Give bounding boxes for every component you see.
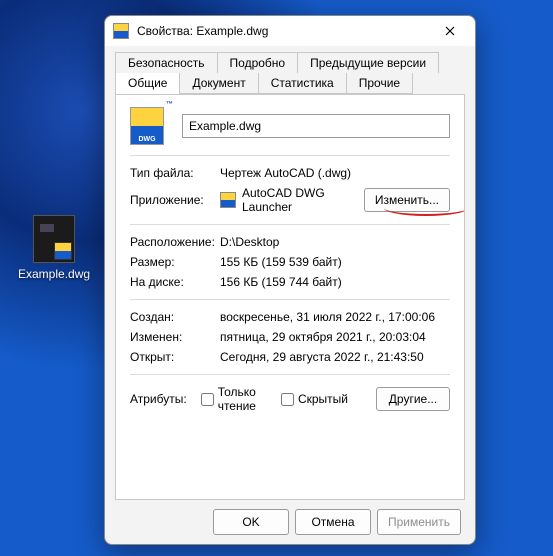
hidden-checkbox[interactable]: Скрытый [281, 392, 348, 406]
close-button[interactable] [429, 17, 471, 45]
readonly-input[interactable] [201, 393, 214, 406]
ondisk-label: На диске: [130, 275, 220, 289]
app-value: AutoCAD DWG Launcher [242, 186, 364, 214]
separator [130, 155, 450, 156]
tab-general[interactable]: Общие [115, 73, 180, 95]
location-label: Расположение: [130, 235, 220, 249]
attributes-label: Атрибуты: [130, 392, 187, 406]
dwg-launcher-icon [220, 192, 236, 208]
dialog-footer: OK Отмена Применить [105, 500, 475, 544]
modified-label: Изменен: [130, 330, 220, 344]
hidden-label: Скрытый [298, 392, 348, 406]
created-label: Создан: [130, 310, 220, 324]
readonly-label: Только чтение [218, 385, 267, 413]
apply-button[interactable]: Применить [377, 509, 461, 535]
tab-document[interactable]: Документ [179, 73, 258, 94]
hidden-input[interactable] [281, 393, 294, 406]
ondisk-value: 156 КБ (159 744 байт) [220, 275, 450, 289]
tab-strip: Безопасность Подробно Предыдущие версии … [105, 46, 475, 94]
dwg-app-icon [113, 23, 129, 39]
accessed-value: Сегодня, 29 августа 2022 г., 21:43:50 [220, 350, 450, 364]
dwg-file-icon [33, 215, 75, 263]
size-label: Размер: [130, 255, 220, 269]
separator [130, 299, 450, 300]
desktop-file-label: Example.dwg [18, 267, 90, 281]
titlebar[interactable]: Свойства: Example.dwg [105, 16, 475, 46]
tab-pane-general: ™ Тип файла: Чертеж AutoCAD (.dwg) Прило… [115, 94, 465, 500]
dwg-badge-icon [54, 242, 72, 260]
tab-other[interactable]: Прочие [346, 73, 413, 94]
tab-previous-versions[interactable]: Предыдущие версии [297, 52, 439, 73]
close-icon [445, 26, 455, 36]
size-value: 155 КБ (159 539 байт) [220, 255, 450, 269]
ok-button[interactable]: OK [213, 509, 289, 535]
filetype-value: Чертеж AutoCAD (.dwg) [220, 166, 450, 180]
filetype-label: Тип файла: [130, 166, 220, 180]
tab-details[interactable]: Подробно [217, 52, 299, 73]
readonly-checkbox[interactable]: Только чтение [201, 385, 267, 413]
created-value: воскресенье, 31 июля 2022 г., 17:00:06 [220, 310, 450, 324]
accessed-label: Открыт: [130, 350, 220, 364]
separator [130, 374, 450, 375]
filename-input[interactable] [182, 114, 450, 138]
window-title: Свойства: Example.dwg [137, 24, 429, 38]
separator [130, 224, 450, 225]
location-value: D:\Desktop [220, 235, 450, 249]
tab-security[interactable]: Безопасность [115, 52, 218, 73]
modified-value: пятница, 29 октября 2021 г., 20:03:04 [220, 330, 450, 344]
desktop-file-icon[interactable]: Example.dwg [18, 215, 90, 281]
file-type-icon: ™ [130, 107, 164, 145]
app-label: Приложение: [130, 193, 220, 207]
properties-dialog: Свойства: Example.dwg Безопасность Подро… [104, 15, 476, 545]
tm-mark: ™ [166, 101, 173, 108]
cancel-button[interactable]: Отмена [295, 509, 371, 535]
tab-statistics[interactable]: Статистика [258, 73, 347, 94]
advanced-button[interactable]: Другие... [376, 387, 450, 411]
highlight-annotation [384, 208, 465, 216]
